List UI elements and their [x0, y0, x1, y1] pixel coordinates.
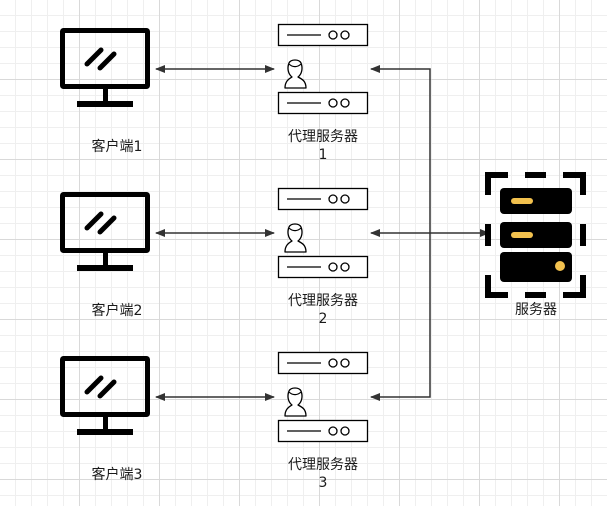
proxy-1-label: 代理服务器 1: [263, 128, 383, 164]
monitor-icon: [63, 195, 148, 272]
proxy-3-label-line1: 代理服务器: [288, 457, 358, 473]
proxy-3-label: 代理服务器 3: [263, 456, 383, 492]
server-unit-icon: [277, 351, 369, 375]
server-label: 服务器: [515, 302, 557, 318]
server-icon: [485, 172, 586, 298]
server-unit-icon: [277, 23, 369, 47]
proxy-3-label-line2: 3: [318, 475, 328, 491]
rack-unit-1: [500, 188, 572, 214]
server-unit-icon: [277, 187, 369, 211]
user-icon: [284, 59, 307, 89]
server-unit-icon: [277, 91, 369, 115]
client-3-label: 客户端3: [91, 467, 143, 483]
client-1: [63, 31, 148, 108]
proxy-server-3: [277, 351, 369, 443]
client-2: [63, 195, 148, 272]
proxy-server-1: [277, 23, 369, 115]
monitor-icon: [63, 359, 148, 436]
server-unit-icon: [277, 255, 369, 279]
proxy-2-label-line1: 代理服务器: [288, 293, 358, 309]
proxy-2-label-line2: 2: [318, 311, 328, 327]
network-diagram: [0, 23, 586, 443]
proxy-server-2: [277, 187, 369, 279]
server-unit-icon: [277, 419, 369, 443]
rack-unit-2: [500, 222, 572, 248]
proxy-1-label-line2: 1: [318, 147, 328, 163]
user-icon: [284, 223, 307, 253]
client-1-label: 客户端1: [91, 139, 143, 155]
client-2-label: 客户端2: [91, 303, 143, 319]
monitor-icon: [63, 31, 148, 108]
proxy-1-label-line1: 代理服务器: [288, 129, 358, 145]
client-3: [63, 359, 148, 436]
user-icon: [284, 387, 307, 417]
proxy-2-label: 代理服务器 2: [263, 292, 383, 328]
